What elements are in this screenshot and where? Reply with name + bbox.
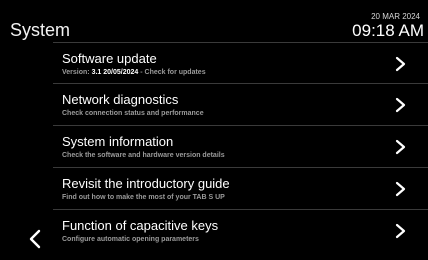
menu-item-capacitive-keys[interactable]: Function of capacitive keys Configure au…	[53, 210, 428, 252]
chevron-right-icon	[394, 223, 408, 239]
chevron-right-icon	[394, 139, 408, 155]
date-display: 20 MAR 2024	[371, 12, 420, 21]
time-display: 09:18 AM	[352, 21, 424, 40]
menu-item-software-update[interactable]: Software update Version: 3.1 20/05/2024 …	[53, 42, 428, 84]
menu-item-label: Revisit the introductory guide	[62, 176, 230, 191]
menu-item-description: Version: 3.1 20/05/2024 - Check for upda…	[62, 69, 206, 76]
menu-item-system-information[interactable]: System information Check the software an…	[53, 126, 428, 168]
menu-item-description: Check connection status and performance	[62, 110, 204, 117]
back-button[interactable]	[27, 228, 43, 250]
chevron-right-icon	[394, 181, 408, 197]
version-value: 3.1 20/05/2024	[91, 69, 139, 76]
chevron-right-icon	[394, 56, 408, 72]
menu-item-label: Software update	[62, 51, 157, 66]
menu-item-description: Configure automatic opening parameters	[62, 236, 199, 243]
menu-item-network-diagnostics[interactable]: Network diagnostics Check connection sta…	[53, 84, 428, 126]
menu-item-description: Check the software and hardware version …	[62, 152, 225, 159]
menu-item-label: Function of capacitive keys	[62, 218, 219, 233]
settings-menu: Software update Version: 3.1 20/05/2024 …	[53, 42, 428, 252]
menu-item-label: Network diagnostics	[62, 92, 179, 107]
chevron-left-icon	[29, 229, 41, 249]
menu-item-label: System information	[62, 134, 174, 149]
page-title: System	[10, 20, 71, 40]
menu-item-introductory-guide[interactable]: Revisit the introductory guide Find out …	[53, 168, 428, 210]
version-prefix: Version:	[62, 69, 92, 76]
menu-item-description: Find out how to make the most of your TA…	[62, 194, 225, 201]
version-suffix: - Check for updates	[138, 69, 206, 76]
chevron-right-icon	[394, 97, 408, 113]
